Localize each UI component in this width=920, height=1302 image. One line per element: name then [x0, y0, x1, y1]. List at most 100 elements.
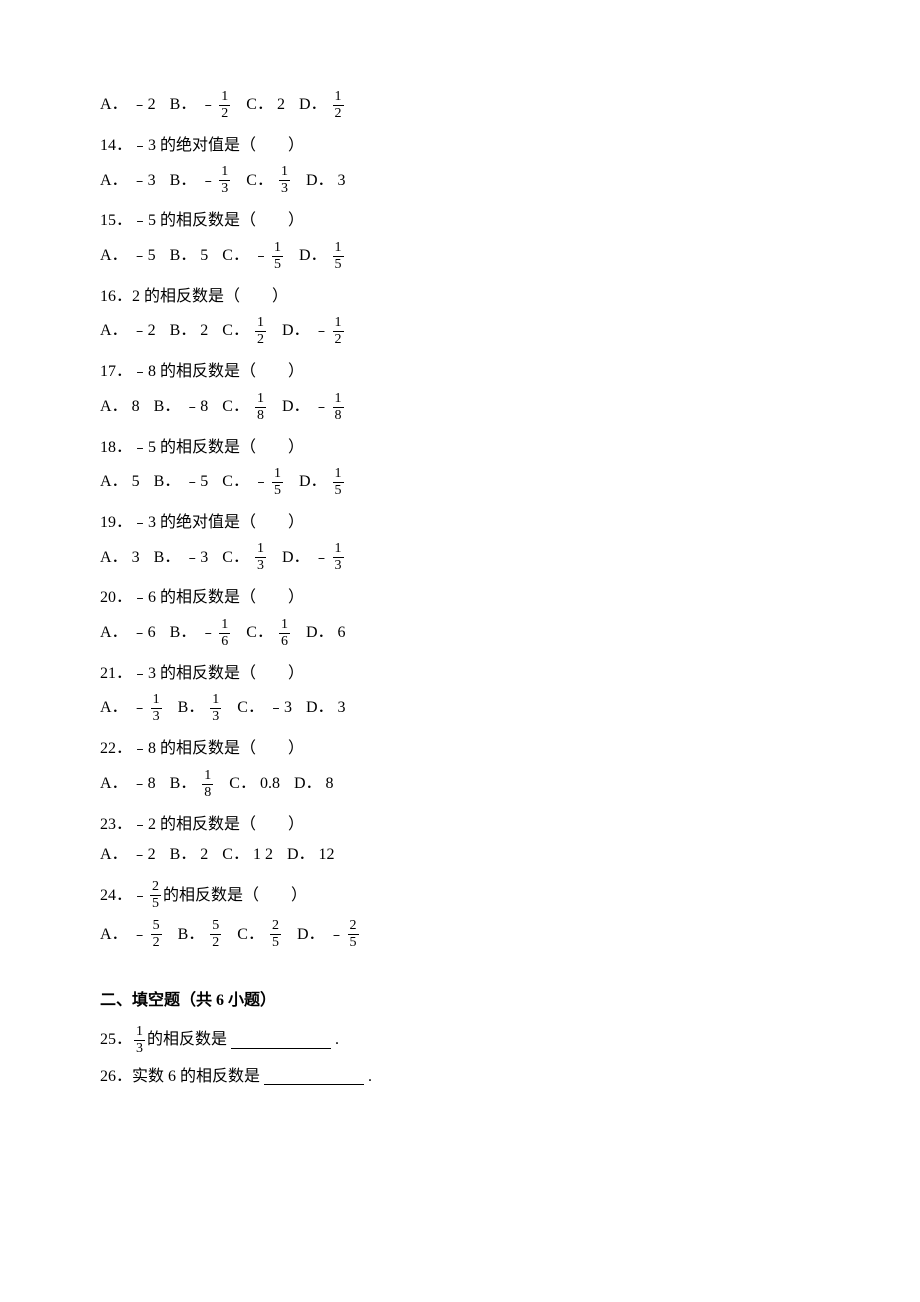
opt-label: A．	[100, 320, 128, 342]
q24-text-post: 的相反数是（ ）	[163, 885, 307, 907]
q18: 18．﹣5 的相反数是（ ） A． 5 B． ﹣5 C． ﹣ 1 5 D． 1 …	[100, 437, 820, 498]
opt-label: D．	[299, 471, 327, 493]
opt-label: C．	[246, 94, 273, 116]
opt-label: B．	[154, 396, 181, 418]
numerator: 1	[333, 316, 344, 332]
numerator: 1	[272, 467, 283, 483]
denominator: 6	[279, 634, 290, 649]
opt-label: D．	[306, 697, 334, 719]
opt-label: D．	[282, 396, 310, 418]
denominator: 8	[202, 785, 213, 800]
negative-sign: ﹣	[314, 547, 330, 569]
q14-options: A． ﹣3 B． ﹣ 1 3 C． 1 3 D． 3	[100, 165, 820, 196]
q18-opt-b: B． ﹣5	[154, 471, 209, 493]
q22-text: 22．﹣8 的相反数是（ ）	[100, 738, 820, 760]
opt-value: 5	[200, 245, 208, 267]
q19-opt-a: A． 3	[100, 547, 140, 569]
q13-opt-d: D． 1 2	[299, 90, 346, 121]
opt-value: ﹣5	[184, 471, 208, 493]
denominator: 5	[272, 257, 283, 272]
fill-blank[interactable]	[231, 1032, 331, 1049]
denominator: 6	[219, 634, 230, 649]
q25-text-post: 的相反数是	[147, 1029, 227, 1051]
opt-label: A．	[100, 471, 128, 493]
q20-options: A． ﹣6 B． ﹣ 1 6 C． 1 6 D． 6	[100, 618, 820, 649]
opt-label: A．	[100, 396, 128, 418]
opt-value: ﹣2	[132, 94, 156, 116]
opt-label: A．	[100, 94, 128, 116]
q20-text: 20．﹣6 的相反数是（ ）	[100, 587, 820, 609]
opt-label: B．	[170, 170, 197, 192]
q16-opt-c: C． 1 2	[222, 316, 268, 347]
opt-label: D．	[282, 320, 310, 342]
q14-opt-b: B． ﹣ 1 3	[170, 165, 233, 196]
opt-value: 12	[319, 844, 335, 866]
q17-text: 17．﹣8 的相反数是（ ）	[100, 361, 820, 383]
q18-text: 18．﹣5 的相反数是（ ）	[100, 437, 820, 459]
opt-label: C．	[229, 773, 256, 795]
q21-options: A． ﹣ 1 3 B． 1 3 C． ﹣3 D． 3	[100, 693, 820, 724]
q20-opt-d: D． 6	[306, 622, 346, 644]
q22: 22．﹣8 的相反数是（ ） A． ﹣8 B． 1 8 C． 0.8 D． 8	[100, 738, 820, 799]
opt-label: B．	[178, 697, 205, 719]
fraction: 5 2	[210, 919, 221, 950]
opt-label: C．	[246, 622, 273, 644]
opt-value: 3	[338, 170, 346, 192]
q21-opt-c: C． ﹣3	[237, 697, 292, 719]
q20-opt-c: C． 1 6	[246, 618, 292, 649]
fraction: 1 2	[333, 90, 344, 121]
opt-value: 3	[338, 697, 346, 719]
opt-label: D．	[297, 924, 325, 946]
q17-opt-b: B． ﹣8	[154, 396, 209, 418]
q23-opt-c: C． 1 2	[222, 844, 273, 866]
numerator: 1	[255, 542, 266, 558]
fraction: 1 3	[255, 542, 266, 573]
q21-opt-b: B． 1 3	[178, 693, 224, 724]
fill-blank[interactable]	[264, 1068, 364, 1085]
opt-label: A．	[100, 245, 128, 267]
opt-label: B．	[178, 924, 205, 946]
opt-value: ﹣6	[132, 622, 156, 644]
numerator: 1	[333, 90, 344, 106]
q23-opt-b: B． 2	[170, 844, 209, 866]
fraction: 1 6	[219, 618, 230, 649]
opt-value: 2	[200, 844, 208, 866]
q23-options: A． ﹣2 B． 2 C． 1 2 D． 12	[100, 844, 820, 866]
numerator: 1	[279, 618, 290, 634]
opt-label: B．	[170, 94, 197, 116]
negative-sign: ﹣	[253, 245, 269, 267]
opt-value: 1 2	[253, 844, 273, 866]
opt-label: B．	[170, 844, 197, 866]
q24-opt-a: A． ﹣ 5 2	[100, 919, 164, 950]
q25-text-pre: 25．	[100, 1029, 132, 1051]
numerator: 1	[210, 693, 221, 709]
numerator: 1	[272, 241, 283, 257]
opt-value: 8	[326, 773, 334, 795]
q18-opt-d: D． 1 5	[299, 467, 346, 498]
denominator: 2	[210, 935, 221, 950]
numerator: 1	[333, 467, 344, 483]
opt-label: B．	[154, 471, 181, 493]
negative-sign: ﹣	[314, 396, 330, 418]
opt-label: B．	[154, 547, 181, 569]
opt-label: A．	[100, 547, 128, 569]
numerator: 1	[255, 316, 266, 332]
q24-opt-b: B． 5 2	[178, 919, 224, 950]
q24-text: 24．﹣ 2 5 的相反数是（ ）	[100, 880, 820, 911]
q20: 20．﹣6 的相反数是（ ） A． ﹣6 B． ﹣ 1 6 C． 1 6 D． …	[100, 587, 820, 648]
period: .	[368, 1066, 372, 1088]
opt-label: C．	[222, 320, 249, 342]
numerator: 1	[219, 90, 230, 106]
fraction: 2 5	[150, 880, 161, 911]
fraction: 1 6	[279, 618, 290, 649]
denominator: 2	[333, 106, 344, 121]
fraction: 1 3	[134, 1025, 145, 1056]
q17-opt-c: C． 1 8	[222, 392, 268, 423]
opt-label: C．	[246, 170, 273, 192]
q24-options: A． ﹣ 5 2 B． 5 2 C． 2 5 D． ﹣ 2	[100, 919, 820, 950]
opt-value: 3	[132, 547, 140, 569]
opt-label: D．	[306, 170, 334, 192]
fraction: 1 3	[219, 165, 230, 196]
denominator: 8	[333, 408, 344, 423]
q25: 25． 1 3 的相反数是 .	[100, 1025, 820, 1056]
